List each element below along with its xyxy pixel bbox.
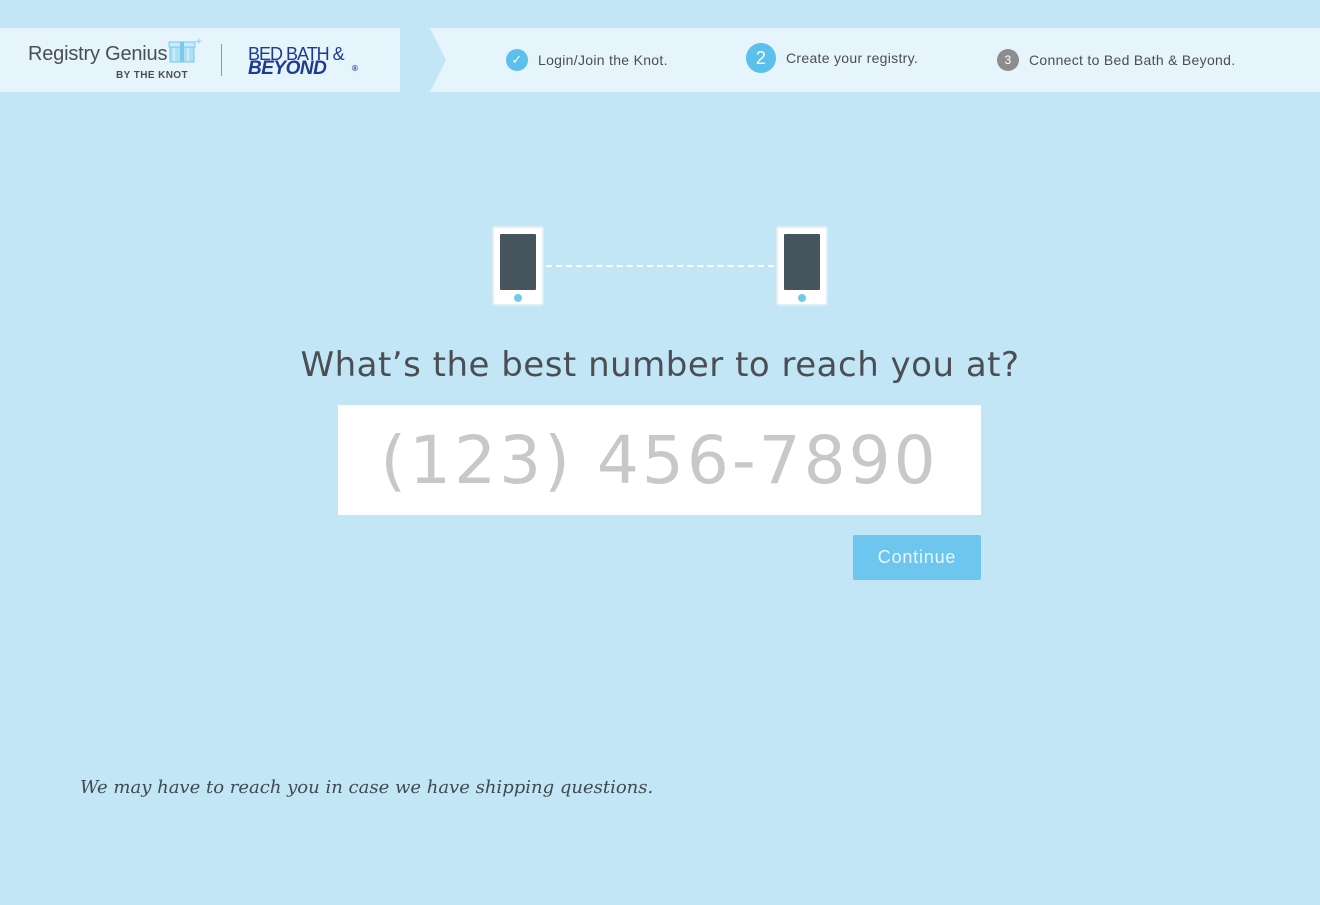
brand-panel: Registry Genius + BY THE KNOT BED BATH &… xyxy=(0,28,400,92)
step-connect-bbb[interactable]: 3 Connect to Bed Bath & Beyond. xyxy=(997,46,1235,74)
registry-genius-logo: Registry Genius xyxy=(28,43,168,65)
steps-notch xyxy=(430,28,446,92)
shipping-footnote: We may have to reach you in case we have… xyxy=(80,777,654,798)
bed-bath-beyond-logo: BED BATH & BEYOND ® xyxy=(248,44,360,79)
step-create-registry-label: Create your registry. xyxy=(786,50,919,66)
step-number-badge: 3 xyxy=(997,49,1019,71)
brand-divider xyxy=(221,44,222,76)
step-login-label: Login/Join the Knot. xyxy=(538,52,668,68)
header-chevron xyxy=(384,28,400,92)
bbb-logo-line2: BEYOND xyxy=(248,58,327,79)
gift-box-icon: + xyxy=(168,37,202,63)
bbb-logo-reg: ® xyxy=(352,64,358,73)
smartphone-icon xyxy=(776,226,828,306)
smartphone-icon xyxy=(492,226,544,306)
checkmark-icon: ✓ xyxy=(506,49,528,71)
step-create-registry[interactable]: 2 Create your registry. xyxy=(746,43,919,73)
top-header: Registry Genius + BY THE KNOT BED BATH &… xyxy=(0,28,1320,92)
dashed-connector xyxy=(546,265,774,267)
phone-number-input[interactable] xyxy=(338,405,981,515)
phone-connection-illustration xyxy=(490,226,830,308)
step-login[interactable]: ✓ Login/Join the Knot. xyxy=(506,46,668,74)
continue-button[interactable]: Continue xyxy=(853,535,981,580)
phone-screen xyxy=(500,234,536,290)
step-number-badge: 2 xyxy=(746,43,776,73)
phone-home-button xyxy=(514,294,522,302)
step-connect-bbb-label: Connect to Bed Bath & Beyond. xyxy=(1029,52,1236,68)
phone-home-button xyxy=(798,294,806,302)
svg-text:+: + xyxy=(195,37,202,47)
registry-genius-tagline: BY THE KNOT xyxy=(116,70,188,81)
registry-signup-page: Registry Genius + BY THE KNOT BED BATH &… xyxy=(0,0,1320,905)
phone-screen xyxy=(784,234,820,290)
phone-question-heading: What’s the best number to reach you at? xyxy=(300,345,1020,385)
